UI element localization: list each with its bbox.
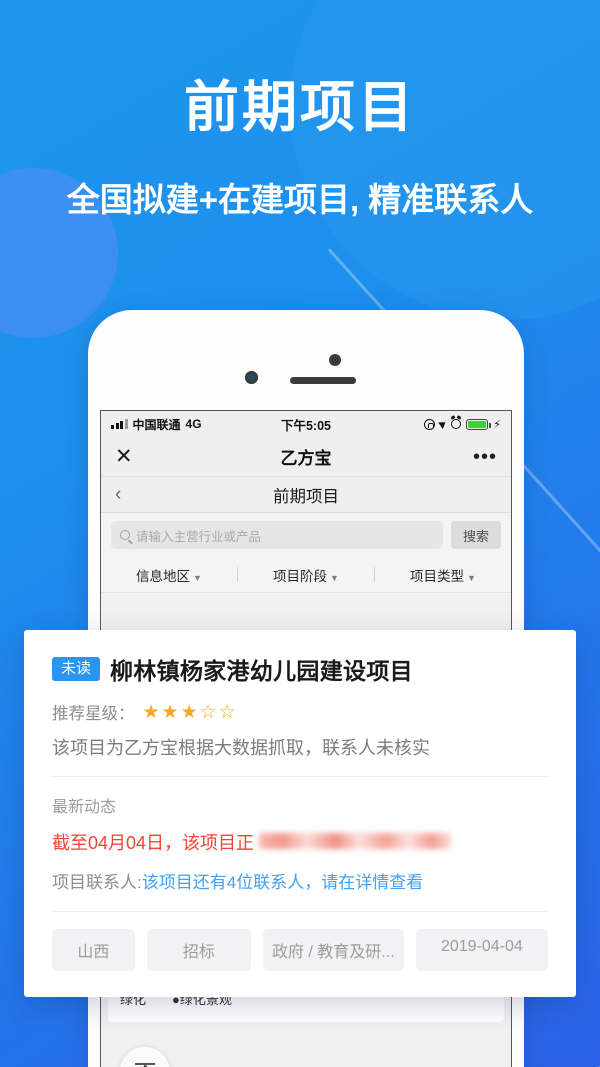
- signal-strength-icon: [111, 419, 128, 429]
- card-title-row: 未读 柳林镇杨家港幼儿园建设项目: [52, 652, 548, 686]
- chevron-down-icon: ▼: [467, 572, 476, 583]
- redacted-text: [259, 833, 452, 849]
- status-bar-left: 中国联通 4G: [111, 416, 281, 433]
- search-icon: [120, 530, 130, 540]
- chevron-down-icon: ▼: [193, 572, 202, 583]
- recommend-rating-label: 推荐星级：: [52, 705, 135, 723]
- page-subtitle: 全国拟建+在建项目, 精准联系人: [66, 181, 534, 219]
- earpiece-speaker: [290, 377, 356, 384]
- charging-bolt-icon: ⚡: [493, 418, 501, 431]
- chevron-down-icon: ▼: [330, 572, 339, 583]
- page-navbar: ‹ 前期项目: [101, 477, 511, 513]
- filter-bar: 信息地区 ▼ 项目阶段 ▼ 项目类型 ▼: [101, 557, 511, 593]
- close-button[interactable]: ✕: [115, 446, 151, 467]
- carrier-label: 中国联通: [132, 417, 181, 432]
- page-navbar-title: 前期项目: [273, 487, 339, 506]
- search-input[interactable]: 请输入主营行业或产品: [111, 521, 443, 549]
- app-title: 乙方宝: [280, 449, 332, 468]
- app-navbar: ✕ 乙方宝 •••: [101, 437, 511, 477]
- arrow-up-icon: [135, 1063, 155, 1067]
- highlighted-project-card[interactable]: 未读 柳林镇杨家港幼儿园建设项目 推荐星级： ★★★☆☆ 该项目为乙方宝根据大数…: [24, 630, 576, 997]
- project-contact-link[interactable]: 该项目还有4位联系人，请在详情查看: [142, 873, 423, 892]
- hero-section: 前期项目 全国拟建+在建项目, 精准联系人: [0, 76, 600, 221]
- project-title: 柳林镇杨家港幼儿园建设项目: [110, 658, 413, 684]
- search-button[interactable]: 搜索: [450, 521, 501, 549]
- filter-stage-label: 项目阶段: [273, 568, 328, 584]
- tag-stage: 招标: [146, 929, 251, 971]
- tag-region: 山西: [52, 929, 135, 971]
- alarm-clock-icon: [451, 419, 462, 429]
- status-badge: 未读: [52, 657, 101, 681]
- battery-icon: [466, 418, 491, 430]
- location-arrow-icon: [438, 419, 449, 429]
- latest-update-visible-text: 截至04月04日，该项目正: [52, 833, 255, 853]
- project-tag-list: 山西 招标 政府 / 教育及研... 2019-04-04: [52, 929, 548, 971]
- search-row: 请输入主营行业或产品 搜索: [101, 513, 511, 557]
- search-placeholder: 请输入主营行业或产品: [136, 529, 262, 544]
- stars-empty: ☆☆: [199, 701, 238, 723]
- stars-filled: ★★★: [142, 701, 200, 723]
- phone-top-bezel: [88, 310, 524, 410]
- tag-category: 政府 / 教育及研...: [262, 929, 404, 971]
- filter-type-label: 项目类型: [410, 568, 465, 584]
- page-title: 前期项目: [183, 76, 416, 138]
- tag-date: 2019-04-04: [415, 929, 548, 971]
- back-button[interactable]: ‹: [115, 484, 151, 506]
- filter-region-label: 信息地区: [136, 568, 191, 584]
- recommend-rating-row: 推荐星级： ★★★☆☆: [52, 700, 548, 724]
- card-divider: [52, 911, 548, 912]
- project-contact-row[interactable]: 项目联系人:该项目还有4位联系人，请在详情查看: [52, 868, 548, 893]
- network-type-label: 4G: [185, 417, 202, 431]
- rotation-lock-icon: [424, 418, 436, 430]
- project-disclaimer: 该项目为乙方宝根据大数据抓取，联系人未核实: [52, 738, 430, 758]
- latest-update-label: 最新动态: [52, 799, 117, 816]
- front-camera-icon: [245, 371, 258, 384]
- project-contact-label: 项目联系人:: [52, 873, 142, 892]
- status-bar: 中国联通 4G 下午5:05 ⚡: [101, 411, 511, 437]
- status-bar-right: ⚡: [331, 418, 501, 431]
- more-options-button[interactable]: •••: [461, 447, 497, 467]
- filter-region[interactable]: 信息地区 ▼: [101, 565, 237, 585]
- proximity-sensor-icon: [329, 354, 341, 366]
- latest-update-text: 截至04月04日，该项目正: [52, 829, 548, 855]
- filter-stage[interactable]: 项目阶段 ▼: [238, 565, 374, 585]
- filter-type[interactable]: 项目类型 ▼: [375, 565, 511, 585]
- clock-label: 下午5:05: [280, 418, 332, 433]
- card-divider: [52, 776, 548, 777]
- star-rating-icon: ★★★☆☆: [143, 701, 238, 724]
